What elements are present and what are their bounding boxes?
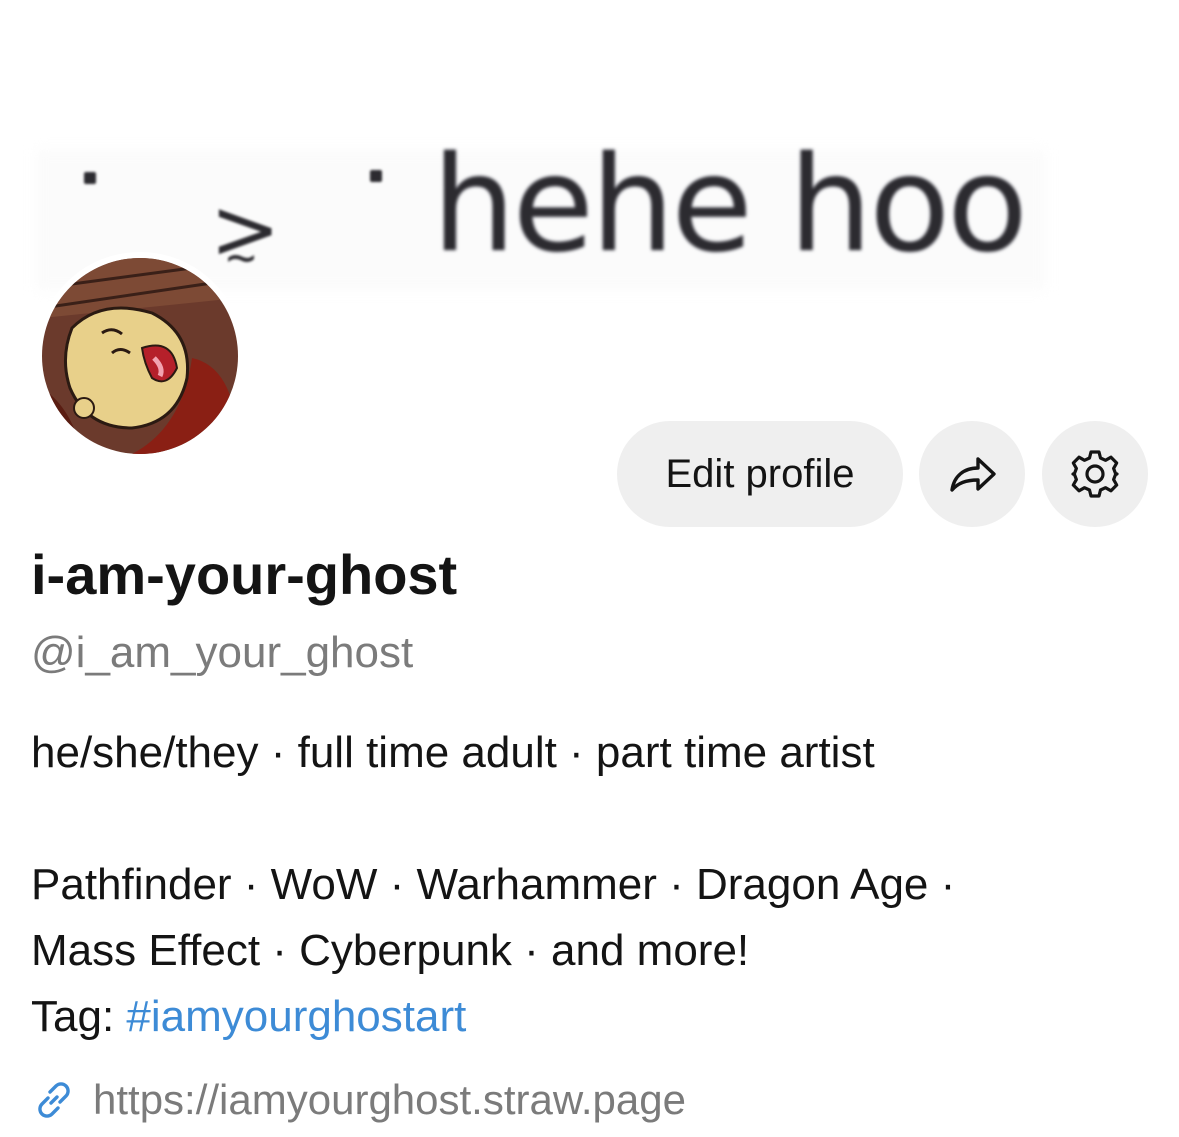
link-icon [38, 1082, 70, 1118]
bio-line-interests-cont: Mass Effect · Cyberpunk · and more! [31, 926, 750, 975]
profile-link-url[interactable]: https://iamyourghost.straw.page [93, 1076, 686, 1124]
tag-label: Tag: [31, 992, 127, 1041]
username-handle: @i_am_your_ghost [31, 628, 414, 677]
emote-eye-left [84, 172, 96, 184]
bio-line-tag: Tag: #iamyourghostart [31, 984, 1141, 1050]
bio-line-pronouns: he/she/they · full time adult · part tim… [31, 728, 875, 777]
bio-spacer [31, 786, 1141, 852]
avatar-image [42, 258, 238, 454]
edit-profile-button[interactable]: Edit profile [617, 421, 903, 527]
banner-text: hehe hoo [432, 128, 1028, 282]
emote-eye-right [370, 170, 382, 182]
hashtag-link[interactable]: #iamyourghostart [126, 992, 466, 1041]
avatar[interactable] [36, 252, 244, 460]
display-name: i-am-your-ghost [31, 543, 458, 606]
share-arrow-icon [950, 457, 996, 492]
share-button[interactable] [919, 421, 1025, 527]
profile-link[interactable]: https://iamyourghost.straw.page [31, 1072, 686, 1128]
settings-button[interactable] [1042, 421, 1148, 527]
bio-line-interests: Pathfinder · WoW · Warhammer · Dragon Ag… [31, 860, 956, 909]
gear-icon [1071, 450, 1119, 498]
profile-bio: he/she/they · full time adult · part tim… [31, 720, 1141, 1050]
